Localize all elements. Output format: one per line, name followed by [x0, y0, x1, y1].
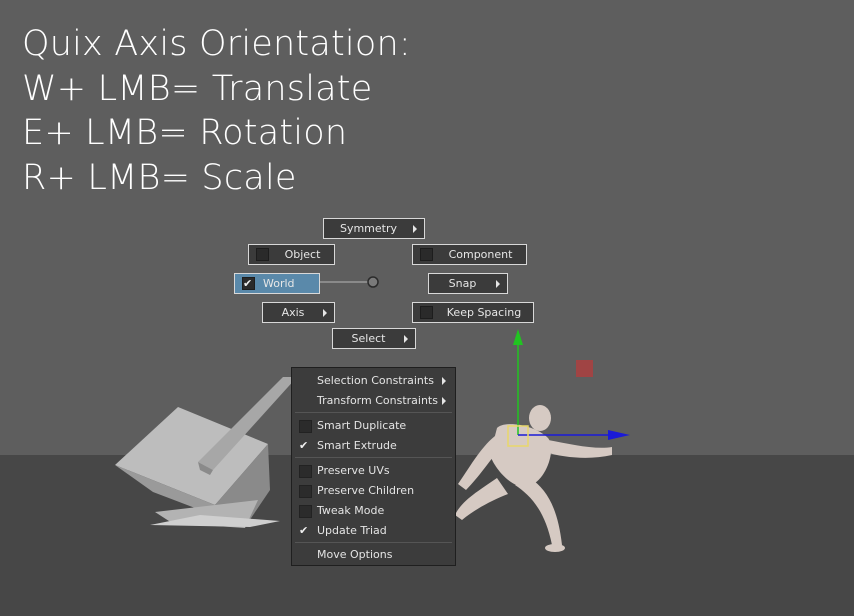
character-model[interactable]: [455, 405, 612, 552]
menu-item-label: Preserve Children: [317, 484, 415, 497]
menu-item-smart-duplicate[interactable]: Smart Duplicate: [292, 416, 455, 436]
checkbox-icon[interactable]: [256, 248, 269, 261]
instruction-overlay: Quix Axis Orientation: W+ LMB= Translate…: [22, 22, 411, 200]
mm-select-label: Select: [351, 332, 386, 345]
menu-item-update-triad[interactable]: ✔ Update Triad: [292, 521, 455, 541]
menu-item-preserve-children[interactable]: Preserve Children: [292, 481, 455, 501]
menu-item-label: Smart Extrude: [317, 439, 397, 452]
checkbox-icon[interactable]: [299, 485, 312, 498]
checkbox-icon[interactable]: [299, 465, 312, 478]
mm-snap-label: Snap: [448, 277, 477, 290]
menu-item-selection-constraints[interactable]: Selection Constraints: [292, 371, 455, 391]
mm-symmetry-label: Symmetry: [339, 222, 398, 235]
menu-item-label: Selection Constraints: [317, 374, 434, 387]
checkbox-icon[interactable]: [420, 248, 433, 261]
menu-item-transform-constraints[interactable]: Transform Constraints: [292, 391, 455, 411]
mm-world-button[interactable]: ✔ World: [234, 273, 320, 294]
checkbox-icon[interactable]: [420, 306, 433, 319]
submenu-arrow-icon: [323, 308, 327, 317]
menu-item-label: Tweak Mode: [317, 504, 385, 517]
menu-item-label: Transform Constraints: [317, 394, 438, 407]
submenu-arrow-icon: [442, 397, 446, 405]
checkbox-icon[interactable]: ✔: [242, 277, 255, 290]
overlay-line: R+ LMB= Scale: [22, 157, 297, 198]
mm-keep-spacing-label: Keep Spacing: [446, 306, 522, 319]
move-options-menu[interactable]: Selection Constraints Transform Constrai…: [291, 367, 456, 566]
menu-item-preserve-uvs[interactable]: Preserve UVs: [292, 461, 455, 481]
gizmo-y-arrow-icon[interactable]: [513, 329, 523, 345]
overlay-line: E+ LMB= Rotation: [22, 113, 348, 153]
checkbox-icon[interactable]: [299, 420, 312, 433]
menu-item-smart-extrude[interactable]: ✔ Smart Extrude: [292, 436, 455, 456]
submenu-arrow-icon: [404, 334, 408, 343]
cube-mesh[interactable]: [115, 407, 280, 528]
mm-axis-label: Axis: [281, 306, 305, 319]
menu-item-move-options[interactable]: Move Options: [292, 545, 455, 565]
mm-world-label: World: [263, 277, 295, 290]
overlay-line: W+ LMB= Translate: [22, 68, 373, 109]
menu-item-tweak-mode[interactable]: Tweak Mode: [292, 501, 455, 521]
mm-select-button[interactable]: Select: [332, 328, 416, 349]
menu-item-label: Preserve UVs: [317, 464, 390, 477]
checkmark-icon: ✔: [243, 277, 253, 290]
submenu-arrow-icon: [496, 279, 500, 288]
mm-keep-spacing-button[interactable]: Keep Spacing: [412, 302, 534, 323]
mm-snap-button[interactable]: Snap: [428, 273, 508, 294]
mm-object-button[interactable]: Object: [248, 244, 335, 265]
gizmo-x-arrow-icon[interactable]: [608, 430, 630, 440]
gizmo-z-handle[interactable]: [576, 360, 593, 377]
submenu-arrow-icon: [413, 224, 417, 233]
mm-component-label: Component: [448, 248, 513, 261]
mm-axis-button[interactable]: Axis: [262, 302, 335, 323]
mm-symmetry-button[interactable]: Symmetry: [323, 218, 425, 239]
marking-menu-center: [367, 276, 379, 288]
checkbox-icon[interactable]: [299, 505, 312, 518]
menu-separator: [295, 457, 452, 458]
menu-item-label: Smart Duplicate: [317, 419, 407, 432]
menu-item-label: Move Options: [317, 548, 393, 561]
mm-object-label: Object: [284, 248, 321, 261]
checkmark-icon[interactable]: ✔: [299, 521, 308, 541]
menu-separator: [295, 542, 452, 543]
checkmark-icon[interactable]: ✔: [299, 436, 308, 456]
overlay-line: Quix Axis Orientation:: [22, 24, 411, 64]
submenu-arrow-icon: [442, 377, 446, 385]
menu-separator: [295, 412, 452, 413]
menu-item-label: Update Triad: [317, 524, 387, 537]
mm-component-button[interactable]: Component: [412, 244, 527, 265]
